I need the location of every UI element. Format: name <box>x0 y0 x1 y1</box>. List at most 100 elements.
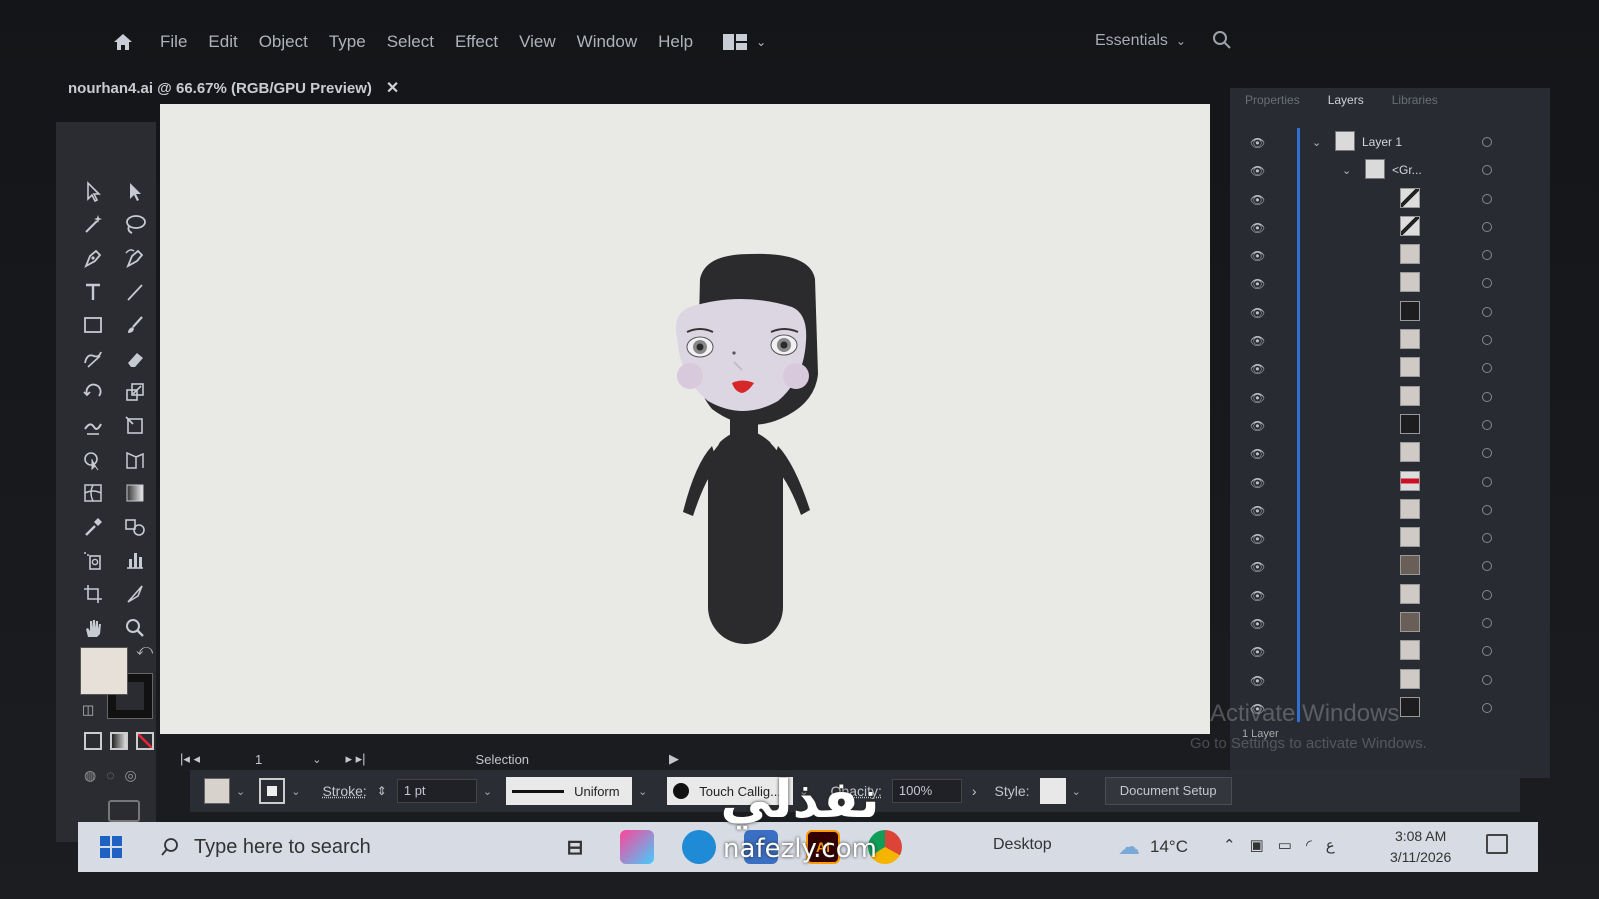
visibility-eye-icon[interactable]: 👁 <box>1250 419 1265 433</box>
play-icon[interactable]: ▶ <box>669 751 679 767</box>
battery-icon[interactable]: ▭ <box>1278 836 1292 854</box>
menu-view[interactable]: View <box>519 32 556 52</box>
target-circle-icon[interactable] <box>1482 250 1492 261</box>
desktop-toolbar-label[interactable]: Desktop <box>993 836 1052 854</box>
column-graph-tool-icon[interactable] <box>114 544 156 578</box>
visibility-eye-icon[interactable]: 👁 <box>1250 504 1265 518</box>
artboard-next-icon[interactable]: ▸ ▸| <box>346 751 366 767</box>
target-circle-icon[interactable] <box>1482 589 1492 600</box>
visibility-eye-icon[interactable]: 👁 <box>1250 476 1265 490</box>
chevron-down-icon[interactable]: ⌄ <box>236 785 245 798</box>
target-circle-icon[interactable] <box>1482 504 1492 515</box>
target-circle-icon[interactable] <box>1482 702 1492 713</box>
stepper-icon[interactable]: ⇕ <box>377 784 387 798</box>
notification-icon[interactable] <box>1486 834 1508 854</box>
none-mode-icon[interactable] <box>136 732 154 750</box>
layer-row-group[interactable]: 👁 ⌄ <Gr... <box>1230 156 1550 185</box>
visibility-eye-icon[interactable]: 👁 <box>1250 645 1265 659</box>
sublayer-row[interactable]: 👁 <box>1230 297 1550 327</box>
sublayer-row[interactable]: 👁 <box>1230 410 1550 440</box>
menu-window[interactable]: Window <box>577 32 637 52</box>
copilot-icon[interactable] <box>620 830 654 864</box>
artboard-number[interactable]: 1 <box>255 752 262 767</box>
pen-tool-icon[interactable] <box>72 241 114 275</box>
visibility-eye-icon[interactable]: 👁 <box>1250 447 1265 461</box>
workspace-switcher[interactable]: Essentials ⌄ <box>1095 32 1186 50</box>
menu-effect[interactable]: Effect <box>455 32 498 52</box>
draw-normal-icon[interactable]: ◍ <box>84 767 96 784</box>
sublayer-row[interactable]: 👁 <box>1230 665 1550 694</box>
target-circle-icon[interactable] <box>1482 363 1492 374</box>
chevron-up-icon[interactable]: ⌃ <box>1223 836 1236 854</box>
tab-layers[interactable]: Layers <box>1328 93 1364 107</box>
visibility-eye-icon[interactable]: 👁 <box>1250 674 1265 688</box>
sublayer-row[interactable]: 👁 <box>1230 495 1550 525</box>
target-circle-icon[interactable] <box>1482 335 1492 346</box>
chevron-right-icon[interactable]: › <box>972 783 977 799</box>
symbol-sprayer-tool-icon[interactable] <box>72 544 114 578</box>
target-circle-icon[interactable] <box>1482 391 1492 402</box>
visibility-eye-icon[interactable]: 👁 <box>1250 221 1265 235</box>
layer-row-layer1[interactable]: 👁 ⌄ Layer 1 <box>1230 128 1550 157</box>
artboard-navigation-icon[interactable]: |◂ ◂ <box>180 751 200 767</box>
chevron-down-icon[interactable]: ⌄ <box>312 753 321 766</box>
target-circle-icon[interactable] <box>1482 306 1492 317</box>
target-circle-icon[interactable] <box>1482 674 1492 685</box>
graphic-style-swatch[interactable] <box>1039 778 1066 804</box>
taskbar-search[interactable]: Type here to search <box>160 836 371 859</box>
sublayer-row[interactable]: 👁 <box>1230 354 1550 383</box>
lasso-tool-icon[interactable] <box>114 208 156 242</box>
target-circle-icon[interactable] <box>1482 419 1492 430</box>
visibility-eye-icon[interactable]: 👁 <box>1250 249 1265 263</box>
menu-edit[interactable]: Edit <box>208 32 237 52</box>
sublayer-row[interactable]: 👁 <box>1230 241 1550 270</box>
task-view-icon[interactable]: ⊟ <box>558 830 592 864</box>
sublayer-row[interactable]: 👁 <box>1230 184 1550 213</box>
visibility-eye-icon[interactable]: 👁 <box>1250 334 1265 348</box>
character-illustration[interactable] <box>160 104 1210 734</box>
direct-selection-tool-icon[interactable] <box>114 174 156 208</box>
document-setup-button[interactable]: Document Setup <box>1104 777 1232 805</box>
target-circle-icon[interactable] <box>1482 448 1492 459</box>
menu-help[interactable]: Help <box>658 32 693 52</box>
fill-swatch[interactable] <box>80 647 128 695</box>
chevron-down-icon[interactable]: ⌄ <box>483 785 492 798</box>
sublayer-row[interactable]: 👁 <box>1230 552 1550 581</box>
sublayer-row[interactable]: 👁 <box>1230 382 1550 411</box>
selection-tool-icon[interactable] <box>72 174 114 208</box>
chevron-down-icon[interactable]: ⌄ <box>291 785 300 798</box>
hand-tool-icon[interactable] <box>72 611 114 645</box>
free-transform-tool-icon[interactable] <box>114 409 156 443</box>
swap-fill-stroke-icon[interactable]: ⤺ <box>136 642 153 660</box>
curvature-tool-icon[interactable] <box>114 241 156 275</box>
slice-tool-icon[interactable] <box>114 577 156 611</box>
shaper-tool-icon[interactable] <box>72 342 114 376</box>
zoom-tool-icon[interactable] <box>114 611 156 645</box>
tab-libraries[interactable]: Libraries <box>1392 93 1438 107</box>
chevron-down-icon[interactable]: ⌄ <box>1072 785 1081 798</box>
line-segment-tool-icon[interactable] <box>114 275 156 309</box>
rectangle-tool-icon[interactable] <box>72 308 114 342</box>
type-tool-icon[interactable] <box>72 275 114 309</box>
sublayer-row[interactable]: 👁 <box>1230 609 1550 638</box>
chevron-down-icon[interactable]: ⌄ <box>638 785 647 798</box>
draw-inside-icon[interactable]: ◎ <box>125 767 137 784</box>
visibility-eye-icon[interactable]: 👁 <box>1250 560 1265 574</box>
mesh-tool-icon[interactable] <box>72 476 114 510</box>
menu-object[interactable]: Object <box>259 32 308 52</box>
shape-builder-tool-icon[interactable] <box>72 443 114 477</box>
target-circle-icon[interactable] <box>1482 618 1492 629</box>
sublayer-row[interactable]: 👁 <box>1230 580 1550 610</box>
stroke-label[interactable]: Stroke: <box>322 783 366 799</box>
sublayer-row[interactable]: 👁 <box>1230 439 1550 468</box>
sublayer-row[interactable]: 👁 <box>1230 467 1550 496</box>
target-circle-icon[interactable] <box>1482 278 1492 289</box>
target-circle-icon[interactable] <box>1482 137 1492 147</box>
scale-tool-icon[interactable] <box>114 376 156 410</box>
menu-select[interactable]: Select <box>387 32 434 52</box>
menu-type[interactable]: Type <box>329 32 366 52</box>
document-tab[interactable]: nourhan4.ai @ 66.67% (RGB/GPU Preview) ✕ <box>68 78 399 98</box>
group-name[interactable]: <Gr... <box>1392 163 1422 177</box>
language-icon[interactable]: ع <box>1326 836 1335 854</box>
sublayer-row[interactable]: 👁 <box>1230 212 1550 242</box>
